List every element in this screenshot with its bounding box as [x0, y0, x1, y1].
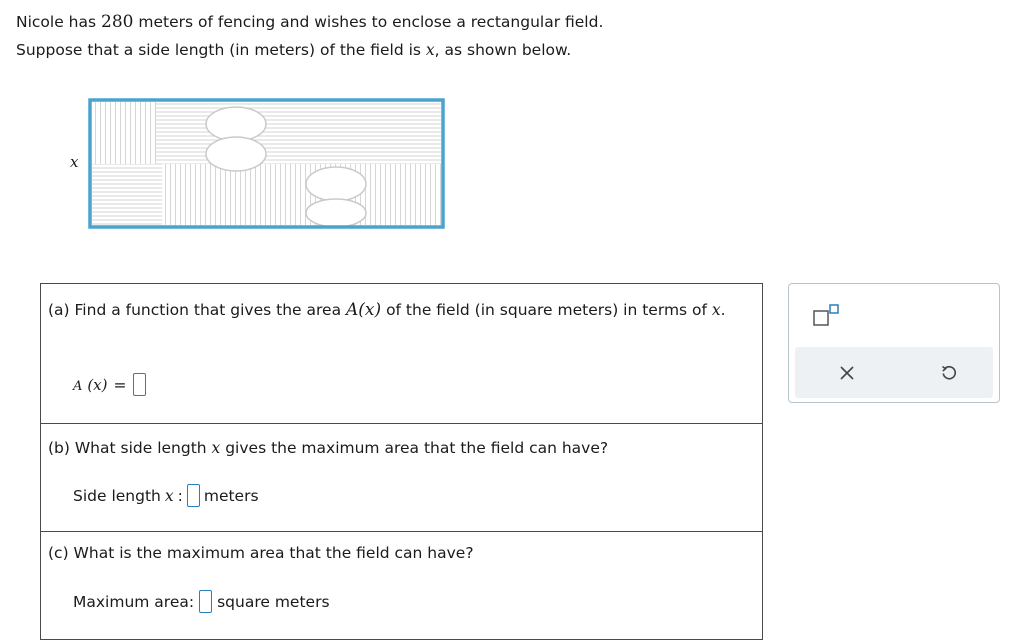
prompt-text: of the field (in square meters) in terms… — [381, 301, 712, 319]
question-part-a: (a) Find a function that gives the area … — [40, 283, 763, 424]
part-b-prompt: (b) What side length x gives the maximum… — [48, 434, 608, 462]
question-part-b: (b) What side length x gives the maximum… — [40, 423, 763, 532]
fence-length-value: 280 — [101, 12, 134, 32]
problem-statement: Nicole has 280 meters of fencing and wis… — [16, 8, 603, 64]
problem-text: , as shown below. — [434, 41, 572, 59]
side-length-answer-label: Side length — [73, 486, 161, 505]
superscript-template-icon[interactable] — [811, 300, 841, 330]
problem-line-2: Suppose that a side length (in meters) o… — [16, 36, 603, 64]
part-a-prompt: (a) Find a function that gives the area … — [48, 296, 728, 324]
part-c-answer-row: Maximum area: square meters — [73, 590, 330, 613]
side-length-input[interactable] — [186, 484, 200, 507]
answer-function-label: A (x) — [73, 376, 108, 394]
prompt-text: . — [720, 301, 726, 319]
x-icon[interactable] — [832, 358, 862, 388]
variable-x: x — [711, 301, 721, 319]
colon: : — [177, 486, 183, 505]
part-b-answer-row: Side length x : meters — [73, 484, 259, 507]
problem-line-1: Nicole has 280 meters of fencing and wis… — [16, 8, 603, 36]
prompt-text: (a) Find a function that gives the area — [48, 301, 346, 319]
undo-icon[interactable] — [934, 358, 964, 388]
math-toolbar — [788, 283, 1000, 403]
unit-label: square meters — [217, 592, 330, 611]
problem-text: meters of fencing and wishes to enclose … — [133, 13, 604, 31]
function-argument: (x) — [358, 300, 382, 320]
function-argument: (x) — [87, 375, 108, 394]
unit-label: meters — [203, 486, 259, 505]
side-length-label: x — [70, 153, 79, 171]
problem-text: Suppose that a side length (in meters) o… — [16, 41, 426, 59]
part-a-answer-row: A (x) = — [73, 373, 146, 396]
problem-text: Nicole has — [16, 13, 102, 31]
area-function-input[interactable] — [132, 373, 146, 396]
variable-x: x — [425, 41, 435, 59]
question-part-c: (c) What is the maximum area that the fi… — [40, 531, 763, 640]
field-diagram — [88, 98, 445, 229]
equals-sign: = — [113, 375, 127, 394]
prompt-text: gives the maximum area that the field ca… — [220, 439, 609, 457]
maximum-area-input[interactable] — [199, 590, 213, 613]
variable-x: x — [211, 439, 221, 457]
function-name: A — [346, 300, 359, 320]
function-name: A — [73, 378, 83, 394]
prompt-text: (b) What side length — [48, 439, 212, 457]
field-texture — [92, 102, 441, 225]
maximum-area-answer-label: Maximum area: — [73, 592, 195, 611]
variable-x: x — [164, 486, 174, 505]
toolbar-actions — [795, 347, 993, 398]
part-c-prompt: (c) What is the maximum area that the fi… — [48, 544, 474, 562]
